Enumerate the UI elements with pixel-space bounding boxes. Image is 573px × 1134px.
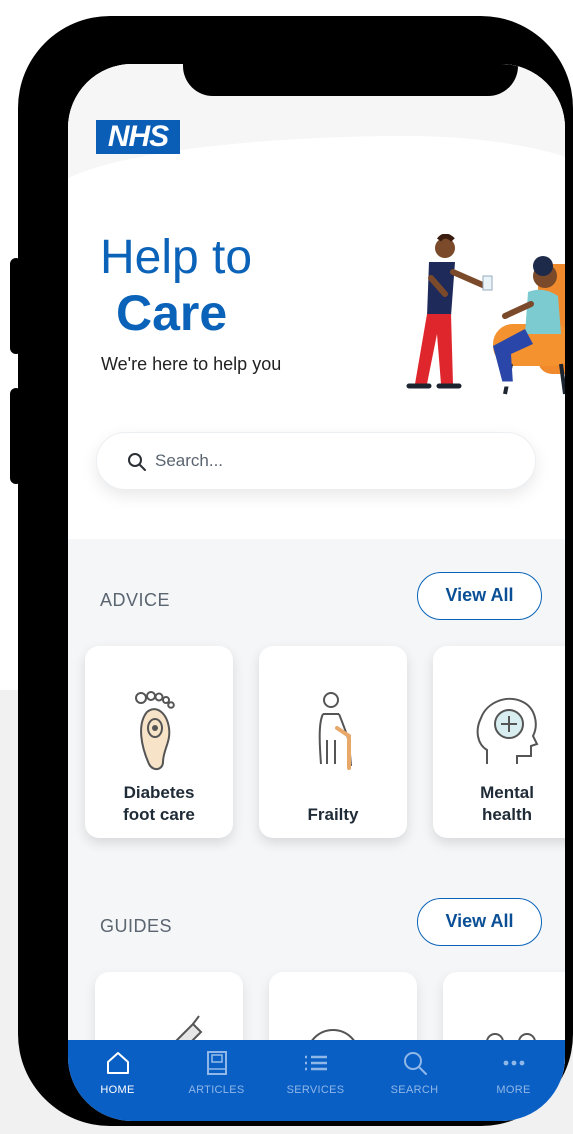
home-icon	[107, 1052, 129, 1074]
tab-more[interactable]: MORE	[464, 1040, 563, 1121]
hero-tagline: We're here to help you	[101, 354, 282, 374]
tab-services[interactable]: SERVICES	[266, 1040, 365, 1121]
search-icon	[404, 1052, 427, 1075]
tab-articles[interactable]: ARTICLES	[167, 1040, 266, 1121]
hero-title-line2: Care	[116, 285, 228, 341]
head-plus-icon	[476, 697, 539, 764]
volume-down-button	[10, 388, 22, 484]
advice-card-mental-health[interactable]: Mental health	[433, 646, 565, 838]
hero-section: NHS Help to Care We're here to help you	[68, 64, 565, 539]
phone-frame: NHS Help to Care We're here to help you	[10, 16, 573, 1126]
nhs-logo: NHS	[96, 120, 180, 154]
search-placeholder: Search...	[155, 451, 224, 470]
hero-title-line1: Help to	[100, 231, 253, 284]
advice-section-title: ADVICE	[100, 590, 171, 610]
advice-card-label: Frailty	[307, 805, 359, 824]
bottom-tab-bar: HOME ARTICLES SERVICES SEARCH MORE	[68, 1040, 565, 1121]
tab-home[interactable]: HOME	[68, 1040, 167, 1121]
elderly-walking-stick-icon	[318, 692, 352, 770]
guides-section-title: GUIDES	[100, 916, 173, 936]
tab-services-label: SERVICES	[286, 1084, 345, 1096]
search-bar[interactable]: Search...	[96, 432, 536, 490]
foot-icon	[135, 691, 175, 770]
tab-articles-label: ARTICLES	[188, 1084, 245, 1096]
book-icon	[207, 1051, 227, 1075]
tab-search-label: SEARCH	[390, 1084, 439, 1096]
advice-view-all-button[interactable]: View All	[417, 572, 542, 620]
carer-illustration	[406, 234, 565, 395]
list-icon	[305, 1055, 327, 1071]
advice-card-label: Diabetes foot care	[123, 783, 195, 824]
tab-home-label: HOME	[100, 1084, 135, 1096]
search-icon	[128, 453, 146, 471]
phone-notch	[183, 64, 518, 96]
more-dots-icon	[503, 1060, 525, 1066]
tab-more-label: MORE	[496, 1084, 531, 1096]
advice-card-frailty[interactable]: Frailty	[259, 646, 407, 838]
advice-card-label: Mental health	[480, 783, 534, 824]
guides-view-all-button[interactable]: View All	[417, 898, 542, 946]
tab-search[interactable]: SEARCH	[365, 1040, 464, 1121]
app-screen: NHS Help to Care We're here to help you	[68, 64, 565, 1121]
advice-card-diabetes-foot-care[interactable]: Diabetes foot care	[85, 646, 233, 838]
volume-up-button	[10, 258, 22, 354]
